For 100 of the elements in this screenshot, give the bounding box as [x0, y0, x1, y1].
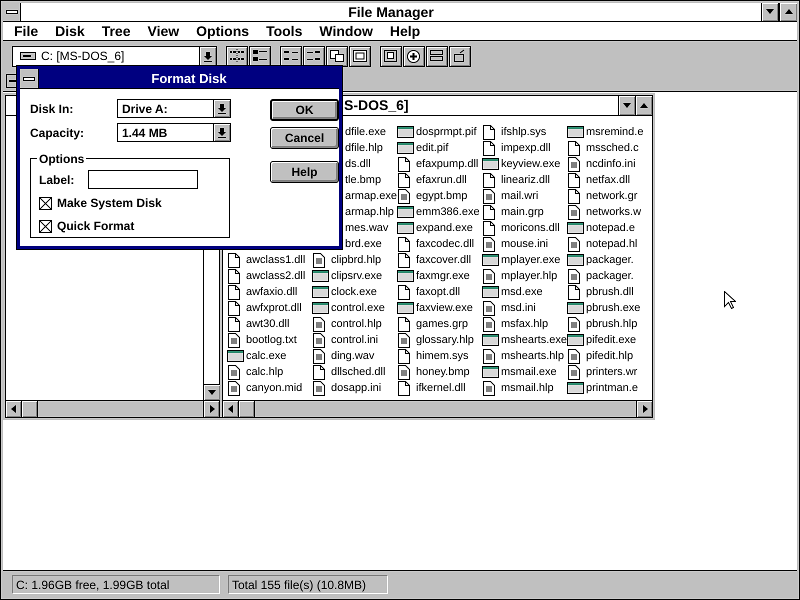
file-name[interactable]: packager. [586, 268, 634, 284]
label-field[interactable] [88, 170, 198, 189]
file-name[interactable]: clipsrv.exe [331, 268, 382, 284]
menu-item[interactable]: Tree [94, 22, 140, 40]
program-icon[interactable] [227, 348, 244, 364]
toolbar-button[interactable] [280, 46, 302, 66]
file-name[interactable]: dfile.hlp [345, 140, 383, 156]
file-name[interactable]: printman.e [586, 380, 638, 396]
file-name[interactable]: clipbrd.hlp [331, 252, 382, 268]
program-icon[interactable] [397, 140, 414, 156]
checkbox[interactable] [39, 220, 52, 232]
file-name[interactable]: armap.hlp [345, 204, 394, 220]
file-name[interactable]: ncdinfo.ini [586, 156, 636, 172]
file-name[interactable]: networks.w [586, 204, 642, 220]
file-name[interactable]: awclass2.dll [246, 268, 306, 284]
file-name[interactable]: faxmgr.exe [416, 268, 470, 284]
file-name[interactable]: pbrush.exe [586, 300, 640, 316]
program-icon[interactable] [482, 364, 499, 380]
checkbox-label[interactable]: Make System Disk [57, 194, 162, 212]
file-name[interactable]: netfax.dll [586, 172, 630, 188]
file-name[interactable]: canyon.mid [246, 380, 302, 396]
program-icon[interactable] [312, 300, 329, 316]
file-name[interactable]: himem.sys [416, 348, 469, 364]
file-name[interactable]: brd.exe [345, 236, 382, 252]
file-name[interactable]: awfaxio.dll [246, 284, 298, 300]
menu-item[interactable]: File [6, 22, 48, 40]
toolbar-button[interactable] [449, 46, 471, 66]
toolbar-button[interactable] [326, 46, 348, 66]
program-icon[interactable] [567, 332, 584, 348]
file-name[interactable]: ding.wav [331, 348, 374, 364]
program-icon[interactable] [397, 220, 414, 236]
control-menu-box[interactable] [20, 69, 39, 88]
file-name[interactable]: printers.wr [586, 364, 638, 380]
minimize-button[interactable] [618, 96, 635, 115]
program-icon[interactable] [567, 252, 584, 268]
file-name[interactable]: dllsched.dll [331, 364, 386, 380]
program-icon[interactable] [397, 204, 414, 220]
file-name[interactable]: mplayer.hlp [501, 268, 558, 284]
program-icon[interactable] [567, 380, 584, 396]
file-name[interactable]: faxview.exe [416, 300, 473, 316]
file-name[interactable]: notepad.hl [586, 236, 638, 252]
file-name[interactable]: mes.wav [345, 220, 388, 236]
file-name[interactable]: bootlog.txt [246, 332, 297, 348]
menu-item[interactable]: Options [188, 22, 258, 40]
program-icon[interactable] [482, 252, 499, 268]
file-name[interactable]: glossary.hlp [416, 332, 474, 348]
file-name[interactable]: impexp.dll [501, 140, 551, 156]
checkbox-label[interactable]: Quick Format [57, 217, 134, 235]
file-name[interactable]: emm386.exe [416, 204, 480, 220]
maximize-button[interactable] [779, 3, 797, 21]
file-name[interactable]: pbrush.hlp [586, 316, 638, 332]
program-icon[interactable] [312, 268, 329, 284]
file-name[interactable]: control.exe [331, 300, 385, 316]
drive-dropdown[interactable]: C: [MS-DOS_6] [12, 46, 217, 66]
horizontal-scrollbar[interactable] [223, 400, 652, 417]
checkbox[interactable] [39, 196, 52, 210]
file-name[interactable]: ds.dll [345, 156, 371, 172]
file-name[interactable]: lineariz.dll [501, 172, 550, 188]
file-name[interactable]: ifkernel.dll [416, 380, 466, 396]
file-name[interactable]: dosapp.ini [331, 380, 382, 396]
control-menu-box[interactable] [3, 3, 21, 21]
file-name[interactable]: calc.exe [246, 348, 286, 364]
menu-item[interactable]: Help [382, 22, 430, 40]
program-icon[interactable] [567, 124, 584, 140]
program-icon[interactable] [397, 124, 414, 140]
file-name[interactable]: awclass1.dll [246, 252, 306, 268]
file-name[interactable]: msmail.exe [501, 364, 557, 380]
toolbar-button[interactable] [226, 46, 248, 66]
toolbar-button[interactable] [249, 46, 271, 66]
file-name[interactable]: msremind.e [586, 124, 644, 140]
file-name[interactable]: pifedit.hlp [586, 348, 634, 364]
file-name[interactable]: control.hlp [331, 316, 382, 332]
toolbar-button[interactable] [426, 46, 448, 66]
dropdown-field[interactable]: 1.44 MB [117, 123, 231, 142]
file-name[interactable]: efaxpump.dll [416, 156, 478, 172]
file-name[interactable]: armap.exe [345, 188, 397, 204]
file-name[interactable]: expand.exe [416, 220, 473, 236]
file-name[interactable]: egypt.bmp [416, 188, 468, 204]
file-name[interactable]: calc.hlp [246, 364, 284, 380]
file-name[interactable]: msmail.hlp [501, 380, 554, 396]
horizontal-scrollbar[interactable] [6, 400, 219, 417]
dialog-button[interactable]: Help [270, 161, 339, 183]
file-name[interactable]: edit.pif [416, 140, 448, 156]
program-icon[interactable] [482, 284, 499, 300]
file-name[interactable]: packager. [586, 252, 634, 268]
file-name[interactable]: dfile.exe [345, 124, 386, 140]
toolbar-button[interactable] [403, 46, 425, 66]
file-name[interactable]: network.gr [586, 188, 638, 204]
file-name[interactable]: efaxrun.dll [416, 172, 467, 188]
file-name[interactable]: faxopt.dll [416, 284, 460, 300]
file-name[interactable]: clock.exe [331, 284, 377, 300]
program-icon[interactable] [567, 220, 584, 236]
menu-item[interactable]: Tools [258, 22, 312, 40]
program-icon[interactable] [397, 300, 414, 316]
dropdown-field[interactable]: Drive A: [117, 99, 231, 118]
program-icon[interactable] [482, 156, 499, 172]
file-name[interactable]: honey.bmp [416, 364, 470, 380]
file-name[interactable]: notepad.e [586, 220, 635, 236]
file-name[interactable]: dosprmpt.pif [416, 124, 477, 140]
file-name[interactable]: main.grp [501, 204, 544, 220]
